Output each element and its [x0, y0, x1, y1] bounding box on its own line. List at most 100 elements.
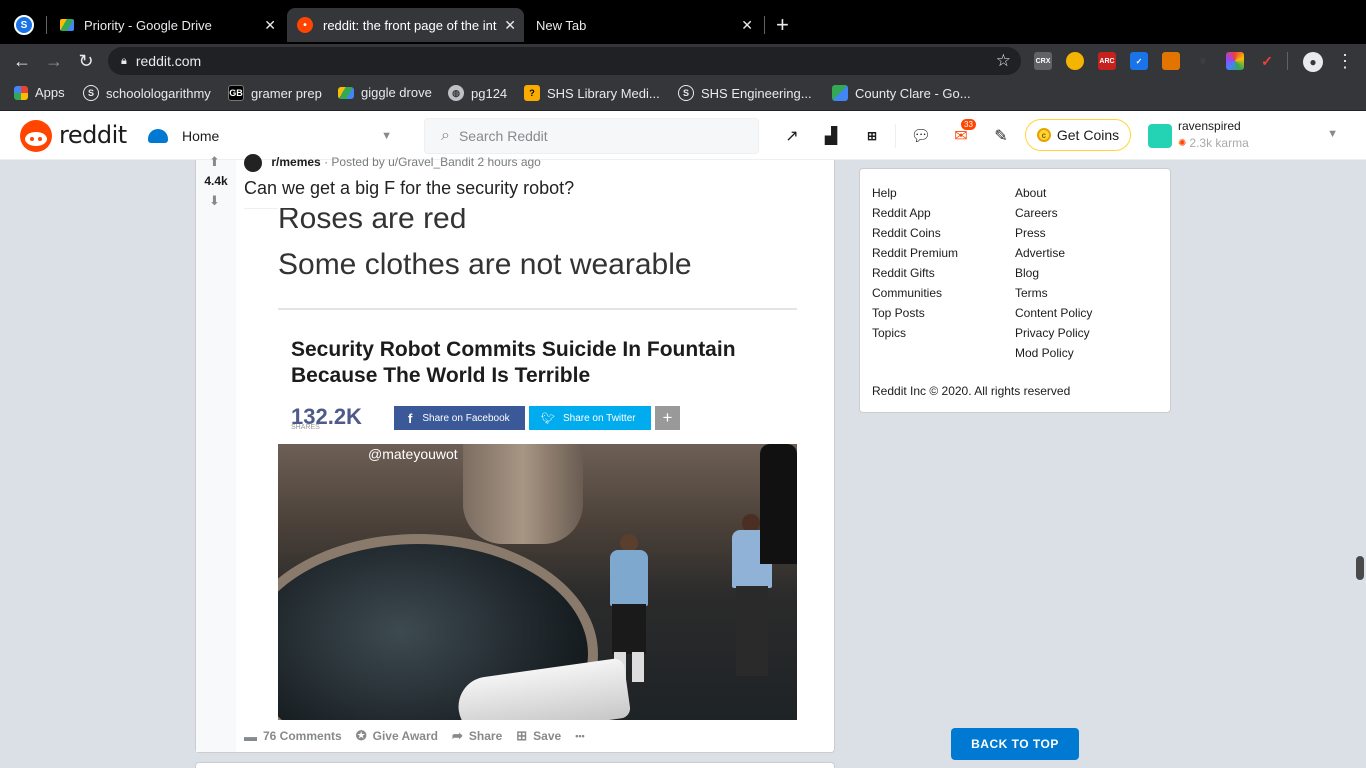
crx-extension-icon[interactable]: CRX	[1034, 52, 1052, 70]
footer-link-top-posts[interactable]: Top Posts	[872, 303, 958, 323]
save-button[interactable]: ⊞ Save	[516, 728, 561, 744]
leaf-extension-icon[interactable]: ❦	[1194, 52, 1212, 70]
post-meta: r/memes · Posted by u/Gravel_Bandit 2 ho…	[244, 154, 541, 172]
article-headline-1: Security Robot Commits Suicide In Founta…	[291, 338, 736, 361]
home-dropdown[interactable]: Home ▼	[148, 120, 396, 152]
google-drive-icon	[60, 19, 74, 31]
owl-extension-icon[interactable]	[1066, 52, 1084, 70]
bookmark-apps[interactable]: Apps	[14, 85, 65, 100]
scrollbar-thumb[interactable]	[1356, 556, 1364, 580]
new-tab-button[interactable]: +	[776, 8, 789, 42]
red-check-extension-icon[interactable]: ✓	[1258, 52, 1276, 70]
give-award-button[interactable]: ✪ Give Award	[356, 728, 438, 744]
footer-link-reddit-gifts[interactable]: Reddit Gifts	[872, 263, 958, 283]
post-card[interactable]: ⬆ 4.4k ⬇ r/memes · Posted by u/Gravel_Ba…	[195, 154, 835, 753]
subreddit-link[interactable]: r/memes	[271, 155, 320, 169]
reddit-header: reddit Home ▼ ⌕ Search Reddit ↗ ▟ ⊞ 💬︎ ✉…	[0, 111, 1366, 160]
bookmark-schoolologarithmy[interactable]: S schoolologarithmy	[83, 85, 211, 101]
footer-link-press[interactable]: Press	[1015, 223, 1092, 243]
next-post-card[interactable]	[195, 762, 835, 768]
meme-line-2: Some clothes are not wearable	[278, 248, 692, 281]
close-tab-icon[interactable]: ✕	[741, 17, 753, 34]
bookmark-shs-library[interactable]: ? SHS Library Medi...	[524, 85, 660, 101]
tab-new-tab[interactable]: New Tab ✕	[527, 8, 761, 42]
footer-link-communities[interactable]: Communities	[872, 283, 958, 303]
tab-google-drive[interactable]: Priority - Google Drive ✕	[52, 8, 284, 42]
footer-link-privacy-policy[interactable]: Privacy Policy	[1015, 323, 1092, 343]
article-headline-2: Because The World Is Terrible	[291, 364, 591, 387]
downvote-icon[interactable]: ⬇	[209, 193, 220, 209]
chevron-down-icon: ▼	[381, 130, 392, 142]
bookmark-label: schoolologarithmy	[106, 85, 211, 101]
footer-link-mod-policy[interactable]: Mod Policy	[1015, 343, 1092, 363]
get-coins-button[interactable]: c Get Coins	[1025, 119, 1131, 151]
bookmark-pg124[interactable]: ◍ pg124	[448, 85, 507, 101]
bystander-figure	[760, 444, 797, 564]
browser-tab-strip: S Priority - Google Drive ✕ • reddit: th…	[0, 0, 1366, 44]
reload-button[interactable]: ↻	[75, 50, 97, 72]
arc-extension-icon[interactable]: ARC	[1098, 52, 1116, 70]
checkmark-extension-icon[interactable]: ✓	[1130, 52, 1148, 70]
box-extension-icon[interactable]	[1162, 52, 1180, 70]
search-input[interactable]: ⌕ Search Reddit	[424, 118, 759, 154]
footer-link-topics[interactable]: Topics	[872, 323, 958, 343]
meme-line-1: Roses are red	[278, 208, 467, 235]
share-button[interactable]: ➦ Share	[452, 728, 502, 744]
profile-avatar-icon[interactable]: ●	[1303, 52, 1323, 72]
reddit-logo-icon[interactable]	[20, 120, 52, 152]
close-tab-icon[interactable]: ✕	[264, 17, 276, 34]
post-image[interactable]: Roses are red Some clothes are not weara…	[278, 208, 797, 720]
share-twitter-label: Share on Twitter	[562, 412, 636, 424]
schoology-profile-icon[interactable]: S	[14, 8, 34, 42]
all-icon[interactable]: ⊞	[861, 125, 883, 147]
footer-link-reddit-premium[interactable]: Reddit Premium	[872, 243, 958, 263]
footer-link-blog[interactable]: Blog	[1015, 263, 1092, 283]
plus-icon: +	[776, 12, 789, 37]
footer-link-terms[interactable]: Terms	[1015, 283, 1092, 303]
chrome-menu-button[interactable]: ⋮	[1334, 50, 1356, 72]
comments-label: 76 Comments	[263, 729, 342, 743]
url-text: reddit.com	[135, 53, 202, 69]
create-post-pencil-icon[interactable]: ✎	[990, 125, 1012, 147]
bookmark-giggle-drove[interactable]: giggle drove	[338, 85, 432, 100]
address-bar[interactable]: 🔒︎ reddit.com ☆	[108, 47, 1021, 75]
more-options-button[interactable]: •••	[575, 731, 584, 741]
bookmark-county-clare[interactable]: County Clare - Go...	[832, 85, 971, 101]
leaderboard-icon[interactable]: ▟	[820, 125, 842, 147]
close-tab-icon[interactable]: ✕	[504, 17, 516, 34]
tab-reddit[interactable]: • reddit: the front page of the int ✕	[287, 8, 524, 42]
home-icon	[148, 129, 168, 143]
globe-icon: ◍	[448, 85, 464, 101]
tab-title: New Tab	[536, 17, 587, 33]
footer-link-advertise[interactable]: Advertise	[1015, 243, 1092, 263]
upvote-icon[interactable]: ⬆	[209, 154, 220, 170]
footer-link-reddit-coins[interactable]: Reddit Coins	[872, 223, 958, 243]
get-coins-label: Get Coins	[1056, 127, 1120, 143]
back-button[interactable]: ←	[11, 50, 33, 72]
comments-button[interactable]: ▬ 76 Comments	[244, 729, 342, 744]
bookmark-gramer-prep[interactable]: GB gramer prep	[228, 85, 322, 101]
tab-title: reddit: the front page of the int	[323, 17, 497, 33]
bookmark-star-icon[interactable]: ☆	[996, 51, 1011, 71]
chat-icon[interactable]: 💬︎	[910, 125, 932, 147]
watermark: @mateyouwot	[368, 446, 458, 462]
karma-row: ✺ 2.3k karma	[1178, 136, 1249, 150]
back-to-top-button[interactable]: BACK TO TOP	[951, 728, 1079, 760]
color-extension-icon[interactable]	[1226, 52, 1244, 70]
user-dropdown[interactable]: ravenspired ✺ 2.3k karma ▼	[1146, 118, 1346, 154]
footer-links-col-1: Help Reddit App Reddit Coins Reddit Prem…	[872, 183, 958, 343]
mail-icon[interactable]: ✉ 33	[950, 119, 976, 147]
footer-link-reddit-app[interactable]: Reddit App	[872, 203, 958, 223]
reddit-wordmark[interactable]: reddit	[59, 121, 127, 149]
popular-trending-icon[interactable]: ↗	[781, 125, 803, 147]
footer-link-careers[interactable]: Careers	[1015, 203, 1092, 223]
gb-icon: GB	[228, 85, 244, 101]
bookmark-shs-engineering[interactable]: S SHS Engineering...	[678, 85, 812, 101]
footer-link-help[interactable]: Help	[872, 183, 958, 203]
post-author-time: · Posted by u/Gravel_Bandit 2 hours ago	[324, 155, 541, 170]
post-title[interactable]: Can we get a big F for the security robo…	[244, 178, 574, 199]
bookmarks-bar: Apps S schoolologarithmy GB gramer prep …	[0, 77, 1366, 111]
footer-link-about[interactable]: About	[1015, 183, 1092, 203]
forward-button[interactable]: →	[43, 50, 65, 72]
footer-link-content-policy[interactable]: Content Policy	[1015, 303, 1092, 323]
